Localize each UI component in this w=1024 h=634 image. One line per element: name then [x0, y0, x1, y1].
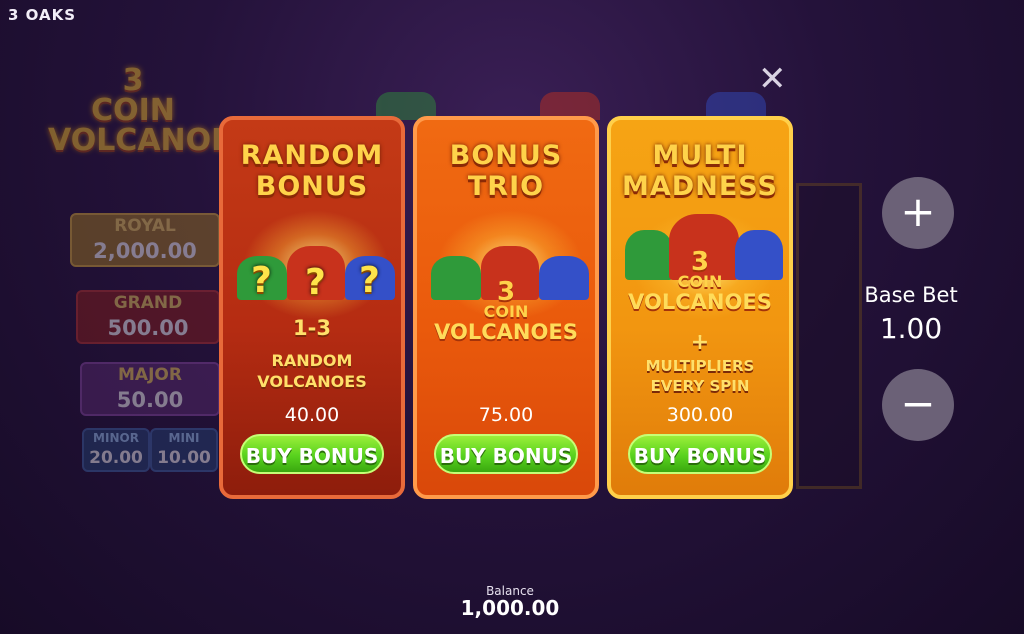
multi-madness-description: MULTIPLIERS EVERY SPIN — [611, 356, 789, 396]
game-logo-number: 3 — [122, 63, 144, 98]
random-bonus-card: RANDOM BONUS ? ? ? 1-3 RANDOM VOLCANOES … — [219, 116, 405, 499]
multi-madness-desc-line1: MULTIPLIERS — [645, 357, 755, 375]
coin-volcanoes-logo-coin: COIN — [483, 302, 529, 321]
game-logo-coin: COIN — [91, 93, 175, 128]
jackpot-grand-label: GRAND — [113, 293, 183, 313]
random-bonus-description: RANDOM VOLCANOES — [223, 350, 401, 392]
coin-volcanoes-logo-number: 3 — [496, 277, 516, 307]
coin-volcanoes-logo-volcanoes: VOLCANOES — [628, 290, 772, 314]
volcano-row: ? ? ? — [237, 240, 395, 303]
multi-madness-title: MULTI MADNESS — [611, 140, 789, 202]
jackpot-major-value: 50.00 — [116, 388, 184, 412]
buy-random-bonus-button[interactable]: BUY BONUS — [240, 434, 384, 474]
jackpot-grand: GRAND 500.00 — [76, 290, 220, 344]
close-icon[interactable]: ✕ — [758, 62, 787, 96]
coin-volcanoes-logo: 3 COIN VOLCANOES — [611, 247, 789, 314]
random-bonus-title: RANDOM BONUS — [223, 140, 401, 202]
multi-madness-desc-line2: EVERY SPIN — [650, 377, 750, 395]
coin-volcanoes-logo-number: 3 — [690, 247, 710, 277]
random-bonus-title-line2: BONUS — [255, 171, 369, 202]
question-mark-icon: ? — [305, 262, 326, 303]
random-bonus-count: 1-3 — [293, 316, 331, 340]
coin-volcanoes-logo-coin: COIN — [677, 272, 723, 291]
jackpot-major: MAJOR 50.00 — [80, 362, 220, 416]
jackpot-minor-label: MINOR — [93, 431, 139, 445]
jackpot-mini: MINI 10.00 — [150, 428, 218, 472]
jackpot-royal-label: ROYAL — [114, 216, 176, 236]
bonus-trio-title: BONUS TRIO — [417, 140, 595, 202]
jackpot-mini-value: 10.00 — [157, 448, 211, 468]
jackpot-mini-label: MINI — [168, 431, 200, 445]
jackpot-minor-value: 20.00 — [89, 448, 143, 468]
multi-madness-price: 300.00 — [666, 404, 734, 426]
jackpot-royal: ROYAL 2,000.00 — [70, 213, 220, 267]
bonus-trio-title-line1: BONUS — [449, 140, 563, 171]
bonus-trio-price: 75.00 — [478, 404, 534, 426]
plus-icon: + — [690, 330, 710, 355]
jackpot-minor: MINOR 20.00 — [82, 428, 150, 472]
multi-madness-title-line2: MADNESS — [622, 171, 778, 202]
multi-madness-title-line1: MULTI — [652, 140, 748, 171]
buy-multi-madness-button[interactable]: BUY BONUS — [628, 434, 772, 474]
jackpot-royal-value: 2,000.00 — [93, 239, 197, 263]
game-logo-volcanoes: VOLCANOES — [48, 123, 254, 158]
decrease-bet-button[interactable]: − — [882, 369, 954, 441]
base-bet-label: Base Bet — [864, 283, 958, 307]
jackpot-grand-value: 500.00 — [107, 316, 189, 340]
question-mark-icon: ? — [359, 260, 380, 301]
coin-volcanoes-logo-volcanoes: VOLCANOES — [434, 320, 578, 344]
balance-value: 1,000.00 — [460, 596, 560, 620]
coin-volcanoes-logo: 3 COIN VOLCANOES — [417, 277, 595, 344]
jackpot-major-label: MAJOR — [118, 365, 182, 385]
bonus-trio-card: BONUS TRIO 3 COIN VOLCANOES 75.00 BUY BO… — [413, 116, 599, 499]
question-mark-icon: ? — [251, 260, 272, 301]
increase-bet-button[interactable]: + — [882, 177, 954, 249]
multi-madness-card: MULTI MADNESS 3 COIN VOLCANOES + MULTIPL… — [607, 116, 793, 499]
random-bonus-desc-line1: RANDOM — [271, 351, 353, 370]
game-logo: 3 COIN VOLCANOES — [48, 63, 254, 158]
bonus-trio-title-line2: TRIO — [467, 171, 545, 202]
random-bonus-desc-line2: VOLCANOES — [257, 372, 367, 391]
buy-bonus-trio-button[interactable]: BUY BONUS — [434, 434, 578, 474]
random-bonus-title-line1: RANDOM — [240, 140, 384, 171]
random-bonus-price: 40.00 — [284, 404, 340, 426]
base-bet-value: 1.00 — [879, 312, 943, 345]
